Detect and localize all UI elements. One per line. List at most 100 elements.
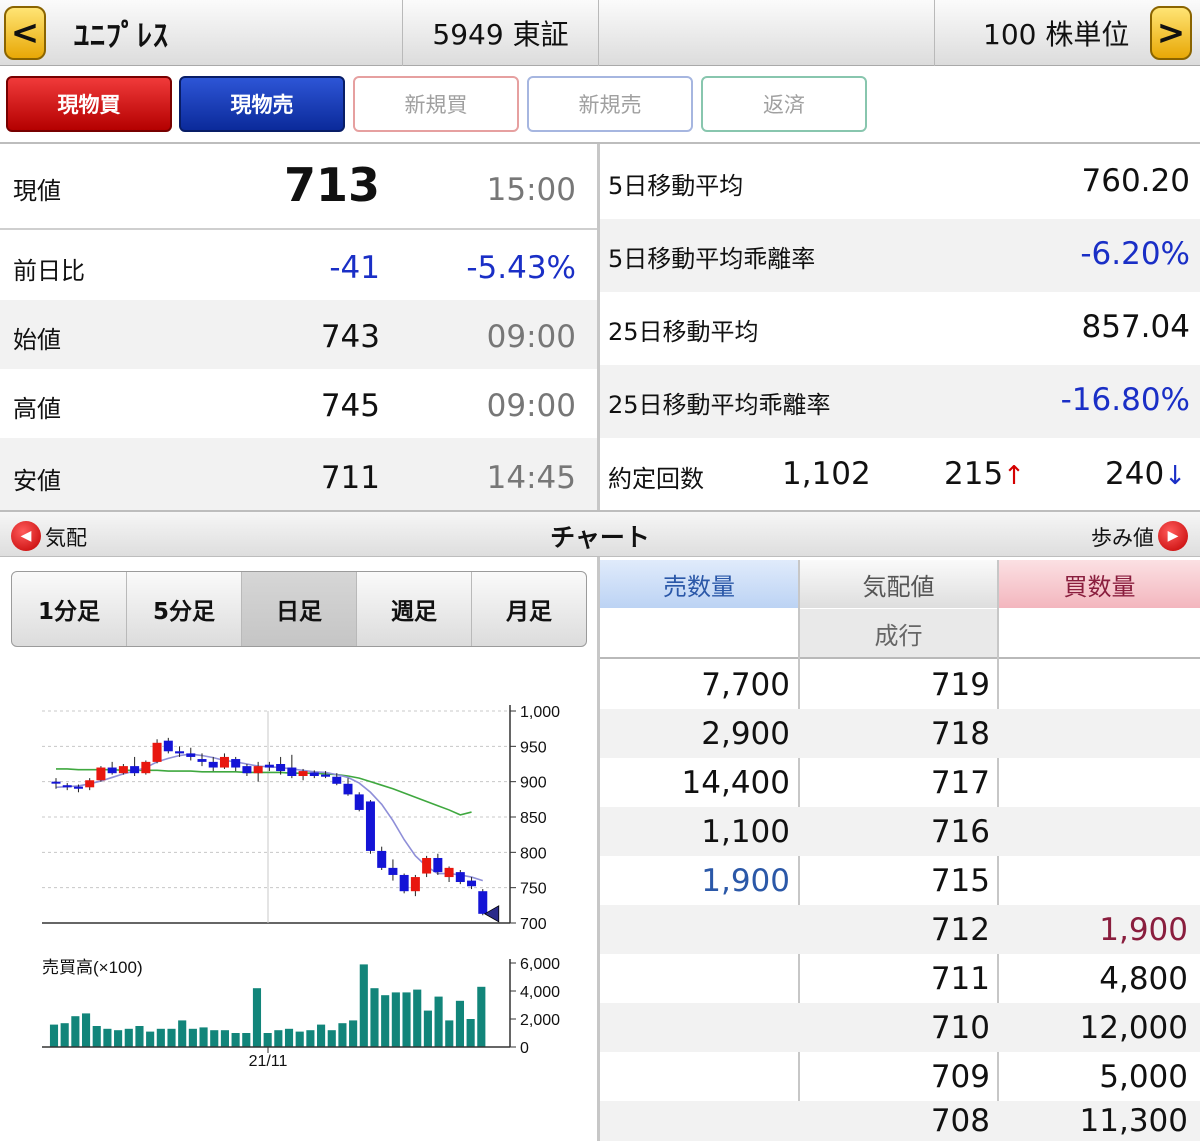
volume-bar xyxy=(295,1031,304,1047)
buy-qty[interactable] xyxy=(999,856,1188,905)
price-header: 気配値 xyxy=(800,560,997,608)
high-time: 09:00 xyxy=(486,388,576,424)
sell-qty[interactable]: 14,400 xyxy=(600,758,790,807)
sell-qty[interactable] xyxy=(600,1003,790,1052)
volume-label: 売買高(×100) xyxy=(42,958,143,977)
board-price[interactable]: 711 xyxy=(800,954,990,1003)
open-time: 09:00 xyxy=(486,319,576,355)
spot-sell-button[interactable]: 現物売 xyxy=(179,76,345,132)
board-price[interactable]: 709 xyxy=(800,1052,990,1101)
repay-button[interactable]: 返済 xyxy=(701,76,867,132)
open-value: 743 xyxy=(320,319,380,355)
low-label: 安値 xyxy=(13,467,61,495)
current-price-value: 713 xyxy=(283,158,380,212)
ma5-deviation-value: -6.20% xyxy=(1080,236,1190,272)
sell-qty[interactable] xyxy=(600,954,790,1003)
volume-bar xyxy=(103,1028,112,1047)
board-price[interactable]: 716 xyxy=(800,807,990,856)
market-order-cell: 成行 xyxy=(800,609,997,657)
current-price-time: 15:00 xyxy=(486,172,576,208)
tab-monthly[interactable]: 月足 xyxy=(472,572,586,646)
sell-qty[interactable] xyxy=(600,905,790,954)
sell-qty[interactable] xyxy=(600,1101,790,1141)
candle-body xyxy=(467,880,477,887)
tab-weekly[interactable]: 週足 xyxy=(357,572,472,646)
volume-bar xyxy=(178,1020,187,1047)
volume-tick-label: 6,000 xyxy=(520,956,560,973)
buy-qty[interactable] xyxy=(999,709,1188,758)
candle-body xyxy=(73,786,83,789)
volume-bar xyxy=(413,989,422,1047)
tab-1min[interactable]: 1分足 xyxy=(12,572,127,646)
candle-body xyxy=(163,740,173,752)
volume-bar xyxy=(263,1033,272,1047)
chart-section-header: ◀ 気配 チャート 歩み値 ▶ xyxy=(0,510,1200,557)
low-row: 安値 711 14:45 xyxy=(0,438,598,510)
candle-body xyxy=(186,753,196,757)
board-price[interactable]: 708 xyxy=(800,1101,990,1141)
margin-sell-button[interactable]: 新規売 xyxy=(527,76,693,132)
candle-body xyxy=(321,774,331,777)
ma25-value: 857.04 xyxy=(1081,309,1190,345)
volume-bar xyxy=(114,1030,123,1047)
x-tick-label: 21/11 xyxy=(249,1053,288,1070)
volume-bar xyxy=(434,996,443,1047)
buy-qty[interactable]: 4,800 xyxy=(999,954,1188,1003)
time-sales-link[interactable]: 歩み値 xyxy=(1091,522,1154,552)
candle-body xyxy=(62,785,72,788)
margin-buy-button[interactable]: 新規買 xyxy=(353,76,519,132)
volume-bar xyxy=(81,1013,91,1047)
best-buy-qty[interactable]: 1,900 xyxy=(999,905,1188,954)
candle-body xyxy=(332,776,342,784)
sell-qty[interactable]: 1,100 xyxy=(600,807,790,856)
buy-qty[interactable] xyxy=(999,758,1188,807)
right-nav-icon[interactable]: ▶ xyxy=(1158,521,1188,551)
change-label: 前日比 xyxy=(13,257,85,285)
forward-arrow-icon[interactable]: > xyxy=(1150,6,1192,60)
sell-qty-header: 売数量 xyxy=(600,560,798,608)
board-row: 14,400 717 xyxy=(600,758,1200,807)
board-price[interactable]: 712 xyxy=(800,905,990,954)
buy-qty[interactable]: 5,000 xyxy=(999,1052,1188,1101)
spot-buy-button[interactable]: 現物買 xyxy=(6,76,172,132)
candle-body xyxy=(208,761,218,768)
buy-qty[interactable] xyxy=(999,807,1188,856)
volume-tick-label: 2,000 xyxy=(520,1012,560,1029)
sell-qty[interactable] xyxy=(600,1052,790,1101)
board-price[interactable]: 715 xyxy=(800,856,990,905)
board-row: 7,700 719 xyxy=(600,660,1200,709)
price-tick-label: 850 xyxy=(520,810,547,827)
volume-bar xyxy=(306,1030,315,1047)
board-price[interactable]: 710 xyxy=(800,1003,990,1052)
board-price[interactable]: 718 xyxy=(800,709,990,758)
volume-bar xyxy=(135,1026,144,1047)
board-price[interactable]: 717 xyxy=(800,758,990,807)
candle-body xyxy=(422,857,432,874)
candle-body xyxy=(276,764,286,772)
board-price[interactable]: 719 xyxy=(800,660,990,709)
best-sell-qty[interactable]: 1,900 xyxy=(600,856,790,905)
tab-5min[interactable]: 5分足 xyxy=(127,572,242,646)
tab-daily[interactable]: 日足 xyxy=(242,572,357,646)
volume-bar xyxy=(466,1019,475,1047)
sell-qty[interactable]: 2,900 xyxy=(600,709,790,758)
volume-bar xyxy=(252,988,262,1047)
open-label: 始値 xyxy=(13,326,61,354)
header-empty-cell xyxy=(598,0,934,66)
buy-qty[interactable]: 11,300 xyxy=(999,1101,1188,1141)
candle-body xyxy=(298,771,308,777)
volume-bar xyxy=(317,1024,326,1047)
ma5-deviation-label: 5日移動平均乖離率 xyxy=(608,245,816,273)
volume-bar xyxy=(124,1028,133,1047)
buy-qty[interactable] xyxy=(999,660,1188,709)
sell-qty[interactable]: 7,700 xyxy=(600,660,790,709)
candle-body xyxy=(410,877,420,892)
back-arrow-icon[interactable]: < xyxy=(4,6,46,60)
candle-body xyxy=(399,874,409,892)
ma25-row: 25日移動平均 857.04 xyxy=(600,292,1200,365)
section-title: チャート xyxy=(550,523,650,552)
current-price-row: 現値 713 15:00 xyxy=(0,146,598,230)
buy-qty[interactable]: 12,000 xyxy=(999,1003,1188,1052)
stock-detail-screen: < ﾕﾆﾌﾟﾚｽ 5949 東証 100 株単位 > 現物買 現物売 新規買 新… xyxy=(0,0,1200,1141)
volume-bar xyxy=(477,986,486,1047)
